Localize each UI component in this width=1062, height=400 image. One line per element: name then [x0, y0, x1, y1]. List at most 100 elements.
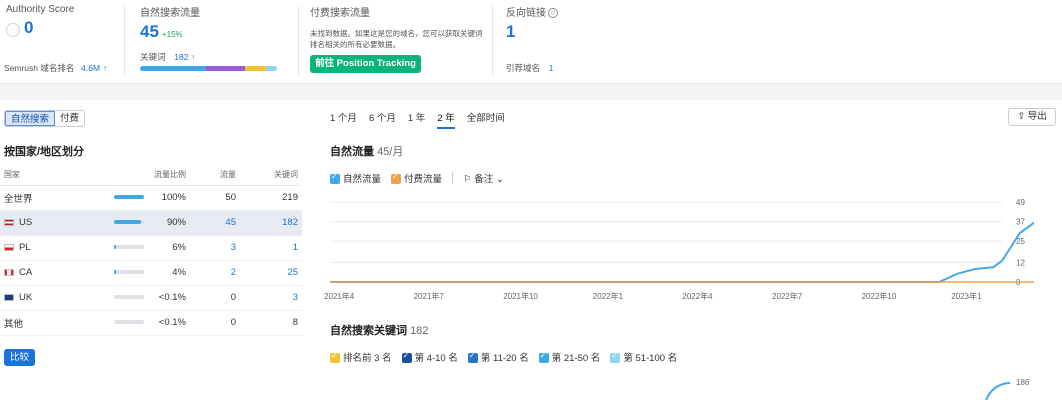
range-1y[interactable]: 1 年: [408, 110, 425, 129]
export-label: 导出: [1027, 111, 1047, 122]
cell-keywords: 219: [240, 185, 302, 211]
kw-chart-peek: [984, 382, 1010, 400]
organic-label: 自然搜索流量: [140, 8, 200, 19]
flag-icon: ⚐: [463, 174, 472, 185]
cell-country: CA: [0, 260, 110, 286]
export-button[interactable]: ⇪ 导出: [1008, 108, 1056, 126]
position-tracking-button[interactable]: 前往 Position Tracking: [310, 55, 421, 73]
organic-value[interactable]: 45: [140, 22, 159, 41]
divider: [492, 6, 493, 76]
metrics-strip: Authority Score 0 Semrush 域名排名 4.6M ↑ 自然…: [0, 0, 1062, 84]
share-bar: [114, 220, 144, 225]
x-tick-label: 2021年4: [324, 291, 355, 301]
divider: [124, 6, 125, 76]
legend-51-100[interactable]: 第 51-100 名: [610, 350, 677, 364]
x-tick-label: 2021年7: [414, 291, 445, 301]
cell-traffic[interactable]: 2: [190, 260, 240, 286]
keywords-legend: 排名前 3 名 第 4-10 名 第 11-20 名 第 21-50 名 第 5…: [330, 350, 677, 364]
backlinks-value[interactable]: 1: [506, 22, 515, 41]
traffic-type-toggle: 自然搜索 付费: [4, 110, 86, 127]
cell-share: 6%: [110, 235, 190, 261]
authority-value[interactable]: 0: [24, 18, 33, 37]
country-section-title: 按国家/地区划分: [4, 146, 85, 158]
cell-country: US: [0, 210, 110, 236]
paid-desc: 未找到数据。如果这是您的域名，您可以获取关键词排名相关的所有必要数据。: [310, 29, 483, 49]
share-bar: [114, 195, 144, 200]
legend-4-10[interactable]: 第 4-10 名: [401, 350, 458, 364]
legend-21-50[interactable]: 第 21-50 名: [538, 350, 600, 364]
share-bar: [114, 245, 144, 250]
traffic-chart-title: 自然流量 45/月: [330, 143, 403, 159]
cell-keywords[interactable]: 182: [240, 210, 302, 236]
notes-dropdown[interactable]: ⚐ 备注 ⌄: [463, 171, 504, 185]
col-keywords[interactable]: 关键词: [240, 164, 302, 186]
table-row[interactable]: PL 6% 3 1: [0, 235, 302, 261]
ref-value[interactable]: 1: [549, 63, 554, 73]
traffic-sub: 45/月: [377, 146, 404, 158]
checkbox-icon: [401, 351, 412, 364]
divider: [298, 6, 299, 76]
cell-keywords[interactable]: 1: [240, 235, 302, 261]
organic-card: 自然搜索流量 45 +15% 关键词 182 ↑: [134, 0, 294, 84]
paid-label: 付费搜索流量: [310, 8, 370, 19]
x-tick-label: 2022年1: [593, 291, 624, 301]
cell-traffic[interactable]: 0: [190, 310, 240, 336]
cell-keywords[interactable]: 3: [240, 285, 302, 311]
toggle-organic[interactable]: 自然搜索: [5, 111, 56, 126]
backlinks-card: 反向链接 ☺ 1 引荐域名 1: [500, 0, 620, 84]
y-tick-label: 37: [1016, 218, 1025, 227]
cell-traffic[interactable]: 45: [190, 210, 240, 236]
legend-11-20[interactable]: 第 11-20 名: [467, 350, 529, 364]
rank-label: Semrush 域名排名: [4, 63, 75, 73]
legend-top3[interactable]: 排名前 3 名: [330, 350, 392, 364]
cell-keywords[interactable]: 8: [240, 310, 302, 336]
keywords-count: 182: [410, 325, 429, 337]
range-1m[interactable]: 1 个月: [330, 110, 357, 129]
authority-card: Authority Score 0 Semrush 域名排名 4.6M ↑: [0, 0, 125, 84]
compare-button[interactable]: 比较: [4, 349, 35, 366]
range-6m[interactable]: 6 个月: [369, 110, 396, 129]
cell-share: 100%: [110, 185, 190, 211]
export-icon: ⇪: [1017, 111, 1026, 122]
range-all[interactable]: 全部时间: [467, 110, 505, 129]
cell-share: <0.1%: [110, 310, 190, 336]
table-row[interactable]: US 90% 45 182: [0, 210, 302, 236]
checkbox-icon: [391, 172, 402, 185]
rank-value[interactable]: 4.6M: [81, 63, 100, 73]
cell-traffic: 50: [190, 185, 240, 211]
kw-axis-top: 186: [1016, 378, 1030, 387]
table-row[interactable]: UK <0.1% 0 3: [0, 285, 302, 311]
ref-row: 引荐域名 1: [506, 62, 554, 74]
kw-value[interactable]: 182: [174, 52, 188, 62]
keywords-title: 自然搜索关键词: [330, 325, 407, 337]
col-country[interactable]: 国家: [0, 164, 110, 186]
traffic-chart: 0122537492021年4 2021年7 2021年10 2022年1 2022年4…: [324, 198, 1034, 301]
share-bar: [114, 295, 144, 300]
cell-country: UK: [0, 285, 110, 311]
table-row[interactable]: CA 4% 2 25: [0, 260, 302, 286]
authority-label: Authority Score: [6, 4, 75, 15]
checkbox-icon: [330, 172, 340, 185]
range-2y[interactable]: 2 年: [437, 110, 455, 129]
table-row[interactable]: 全世界 100% 50 219: [0, 185, 302, 211]
x-tick-label: 2022年4: [682, 291, 713, 301]
cell-share: 4%: [110, 260, 190, 286]
traffic-title: 自然流量: [330, 146, 374, 158]
country-table: 国家 流量比例 流量 关键词 全世界 100% 50 219 US 90% 45 182 PL 6…: [0, 164, 302, 336]
cell-traffic[interactable]: 3: [190, 235, 240, 261]
rank-row: Semrush 域名排名 4.6M ↑: [4, 62, 107, 74]
smile-icon: ☺: [548, 8, 558, 19]
traffic-legend: 自然流量 付费流量 ⚐ 备注 ⌄: [330, 171, 504, 185]
cell-traffic[interactable]: 0: [190, 285, 240, 311]
x-tick-label: 2021年10: [503, 291, 538, 301]
cell-keywords[interactable]: 25: [240, 260, 302, 286]
ref-label: 引荐域名: [506, 63, 541, 73]
col-share[interactable]: 流量比例: [110, 164, 190, 186]
col-traffic[interactable]: 流量: [190, 164, 240, 186]
toggle-paid[interactable]: 付费: [55, 111, 84, 126]
section-gap: [0, 84, 1062, 100]
cell-share: 90%: [110, 210, 190, 236]
legend-paid[interactable]: 付费流量: [391, 171, 442, 185]
table-row[interactable]: 其他 <0.1% 0 8: [0, 310, 302, 336]
legend-organic[interactable]: 自然流量: [330, 171, 381, 185]
